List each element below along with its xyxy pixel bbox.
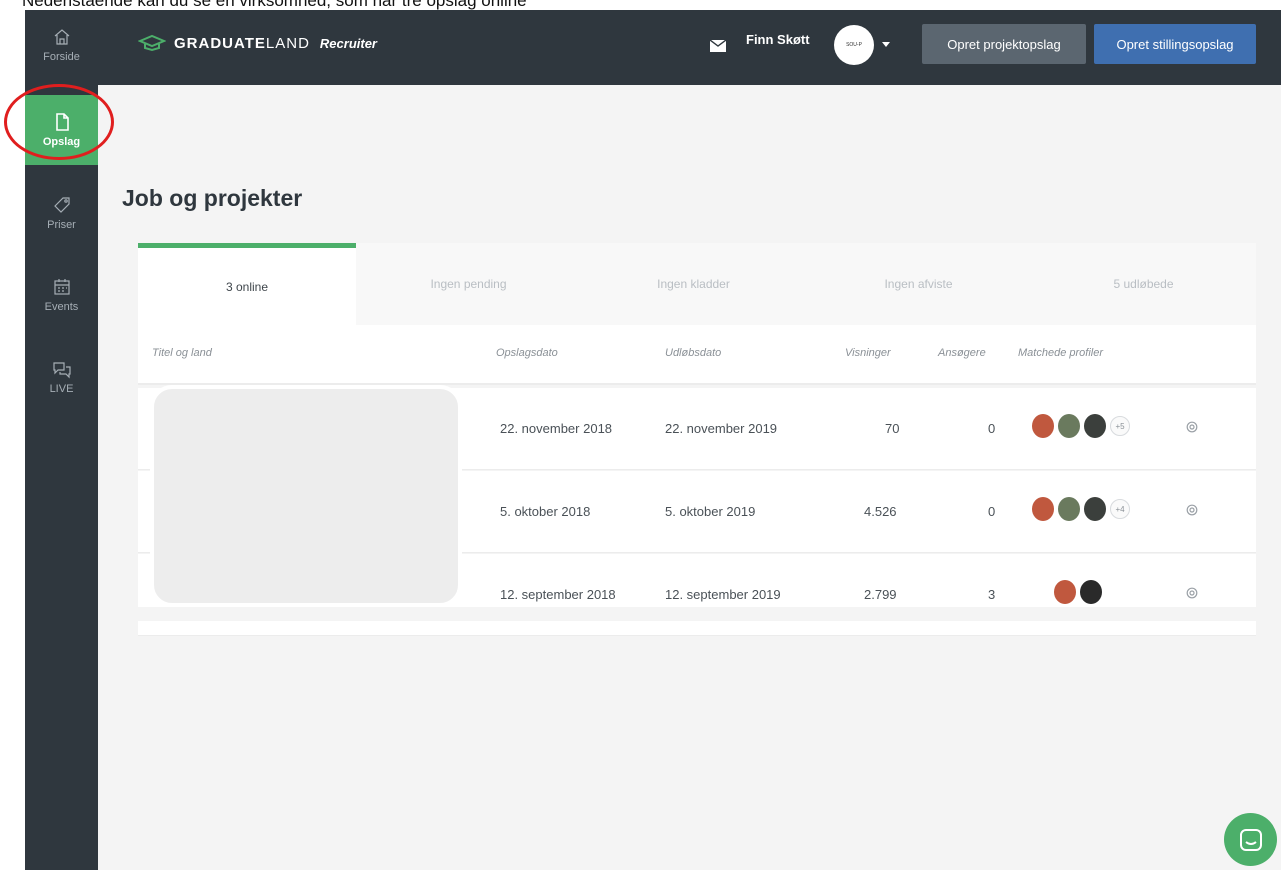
tab-rejected[interactable]: Ingen afviste	[806, 243, 1031, 325]
chat-bubbles-icon	[52, 362, 71, 379]
brand-name-light: LAND	[265, 34, 310, 52]
column-applicants: Ansøgere	[938, 347, 986, 359]
status-tabs: 3 online Ingen pending Ingen kladder Ing…	[138, 243, 1256, 325]
tab-pending[interactable]: Ingen pending	[356, 243, 581, 325]
profile-avatar	[1058, 414, 1080, 438]
profile-avatar	[1032, 414, 1054, 438]
table-header: Titel og land Opslagsdato Udløbsdato Vis…	[138, 325, 1256, 385]
sidebar-item-label: Priser	[47, 219, 76, 231]
posted-date: 12. september 2018	[500, 587, 616, 602]
calendar-icon	[53, 279, 70, 295]
avatar[interactable]: SOU-P	[834, 25, 874, 65]
column-views: Visninger	[845, 347, 891, 359]
more-profiles-badge[interactable]: +5	[1110, 416, 1130, 436]
applicants-count: 3	[988, 587, 996, 602]
views-count: 70	[885, 421, 900, 436]
main-content: Job og projekter 3 online Ingen pending …	[98, 85, 1281, 870]
profile-avatar	[1054, 580, 1076, 604]
views-count: 2.799	[864, 587, 897, 602]
profile-avatar	[1032, 497, 1054, 521]
user-name[interactable]: Finn Skøtt	[746, 32, 810, 47]
screenshot: Nedenstående kan du se en virksomhed, so…	[0, 0, 1281, 870]
redacted-titles-block	[150, 385, 462, 607]
sidebar-item-label: Events	[44, 301, 79, 313]
profile-avatar	[1058, 497, 1080, 521]
profile-avatar	[1080, 580, 1102, 604]
sidebar-item-forside[interactable]: Forside	[25, 10, 98, 80]
profile-avatar	[1084, 497, 1106, 521]
sidebar-item-events[interactable]: Events	[25, 260, 98, 330]
matched-profiles[interactable]: +4	[1032, 497, 1130, 521]
expiry-date: 5. oktober 2019	[665, 504, 756, 519]
column-matched-profiles: Matchede profiler	[1018, 347, 1103, 359]
create-project-button[interactable]: Opret projektopslag	[922, 24, 1086, 64]
sidebar-item-label: LIVE	[49, 383, 74, 395]
profile-avatar	[1084, 414, 1106, 438]
sidebar-item-label: Forside	[43, 51, 80, 63]
highlight-ring	[4, 84, 114, 160]
chat-launcher-button[interactable]	[1224, 813, 1277, 866]
applicants-count: 0	[988, 421, 996, 436]
envelope-icon[interactable]	[710, 40, 726, 52]
posted-date: 22. november 2018	[500, 421, 613, 436]
tab-drafts[interactable]: Ingen kladder	[581, 243, 806, 325]
graduateland-logo[interactable]: GRADUATELAND Recruiter	[138, 34, 377, 52]
expiry-date: 12. september 2019	[665, 587, 781, 602]
tab-online[interactable]: 3 online	[138, 243, 356, 325]
top-bar: GRADUATELAND Recruiter Finn Skøtt SOU-P …	[98, 10, 1281, 85]
tag-icon	[53, 197, 70, 213]
applicants-count: 0	[988, 504, 996, 519]
chevron-down-icon[interactable]	[882, 42, 890, 47]
column-title: Titel og land	[152, 347, 212, 359]
column-expires: Udløbsdato	[665, 347, 722, 359]
matched-profiles[interactable]	[1054, 580, 1102, 604]
avatar-text: SOU-P	[846, 42, 862, 48]
column-posted: Opslagsdato	[496, 347, 558, 359]
home-icon	[54, 29, 69, 45]
brand-name-bold: GRADUATE	[174, 34, 266, 52]
graduation-cap-icon	[138, 34, 166, 52]
matched-profiles[interactable]: +5	[1032, 414, 1130, 438]
chat-icon	[1239, 828, 1262, 851]
expiry-date: 22. november 2019	[665, 421, 778, 436]
sidebar-item-priser[interactable]: Priser	[25, 178, 98, 248]
more-profiles-badge[interactable]: +4	[1110, 499, 1130, 519]
page-title: Job og projekter	[122, 185, 303, 211]
sidebar-item-live[interactable]: LIVE	[25, 342, 98, 412]
gear-icon[interactable]	[1185, 586, 1199, 600]
gear-icon[interactable]	[1185, 420, 1199, 434]
tab-expired[interactable]: 5 udløbede	[1031, 243, 1256, 325]
gear-icon[interactable]	[1185, 503, 1199, 517]
list-clip	[138, 607, 1256, 621]
create-job-button[interactable]: Opret stillingsopslag	[1094, 24, 1256, 64]
views-count: 4.526	[864, 504, 897, 519]
brand-product: Recruiter	[319, 35, 377, 51]
posted-date: 5. oktober 2018	[500, 504, 591, 519]
